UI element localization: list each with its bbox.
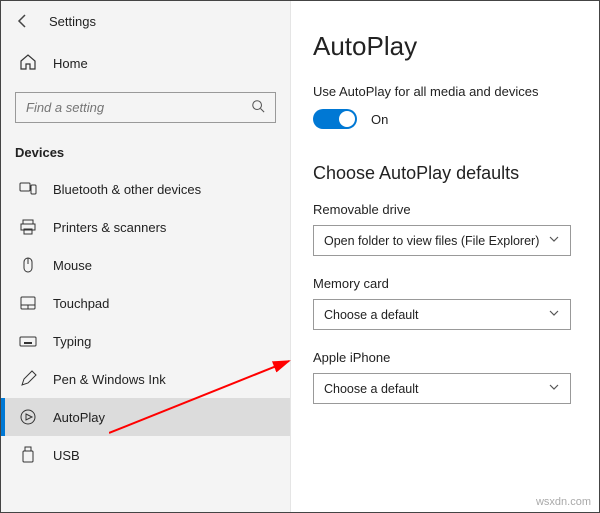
window-title: Settings [49, 14, 96, 29]
sidebar-item-home[interactable]: Home [1, 43, 290, 84]
category-heading: Devices [1, 139, 290, 170]
sidebar-item-autoplay[interactable]: AutoPlay [1, 398, 290, 436]
chevron-down-icon [548, 233, 560, 248]
toggle-description: Use AutoPlay for all media and devices [313, 84, 577, 99]
usb-icon [19, 446, 37, 464]
field-label: Apple iPhone [313, 350, 577, 365]
sidebar-item-label: Home [53, 56, 88, 71]
defaults-heading: Choose AutoPlay defaults [313, 163, 577, 184]
keyboard-icon [19, 332, 37, 350]
dropdown-value: Choose a default [324, 382, 419, 396]
search-input[interactable] [15, 92, 276, 123]
autoplay-toggle[interactable] [313, 109, 357, 129]
sidebar-item-label: Bluetooth & other devices [53, 182, 201, 197]
dropdown-removable-drive[interactable]: Open folder to view files (File Explorer… [313, 225, 571, 256]
sidebar-item-label: Touchpad [53, 296, 109, 311]
sidebar-item-mouse[interactable]: Mouse [1, 246, 290, 284]
sidebar-item-label: Mouse [53, 258, 92, 273]
search-field[interactable] [26, 100, 251, 115]
field-label: Memory card [313, 276, 577, 291]
touchpad-icon [19, 294, 37, 312]
sidebar-item-typing[interactable]: Typing [1, 322, 290, 360]
sidebar-item-usb[interactable]: USB [1, 436, 290, 474]
field-memory-card: Memory card Choose a default [313, 276, 577, 330]
back-icon[interactable] [15, 13, 31, 29]
dropdown-value: Open folder to view files (File Explorer… [324, 234, 539, 248]
sidebar-item-label: Printers & scanners [53, 220, 166, 235]
main-panel: AutoPlay Use AutoPlay for all media and … [291, 1, 599, 512]
autoplay-icon [19, 408, 37, 426]
sidebar-item-pen[interactable]: Pen & Windows Ink [1, 360, 290, 398]
field-label: Removable drive [313, 202, 577, 217]
search-icon [251, 99, 265, 116]
home-icon [19, 53, 37, 74]
sidebar-item-label: Pen & Windows Ink [53, 372, 166, 387]
watermark: wsxdn.com [536, 496, 591, 508]
titlebar: Settings [1, 9, 290, 43]
toggle-state-label: On [371, 112, 388, 127]
mouse-icon [19, 256, 37, 274]
sidebar-item-touchpad[interactable]: Touchpad [1, 284, 290, 322]
chevron-down-icon [548, 307, 560, 322]
sidebar-item-printers[interactable]: Printers & scanners [1, 208, 290, 246]
dropdown-memory-card[interactable]: Choose a default [313, 299, 571, 330]
devices-icon [19, 180, 37, 198]
page-title: AutoPlay [313, 31, 577, 62]
sidebar: Settings Home Devices Bluetooth & other … [1, 1, 291, 512]
sidebar-item-label: USB [53, 448, 80, 463]
printer-icon [19, 218, 37, 236]
field-apple-iphone: Apple iPhone Choose a default [313, 350, 577, 404]
dropdown-value: Choose a default [324, 308, 419, 322]
sidebar-item-label: Typing [53, 334, 91, 349]
sidebar-item-label: AutoPlay [53, 410, 105, 425]
pen-icon [19, 370, 37, 388]
chevron-down-icon [548, 381, 560, 396]
sidebar-item-bluetooth[interactable]: Bluetooth & other devices [1, 170, 290, 208]
field-removable-drive: Removable drive Open folder to view file… [313, 202, 577, 256]
toggle-knob [339, 111, 355, 127]
dropdown-apple-iphone[interactable]: Choose a default [313, 373, 571, 404]
